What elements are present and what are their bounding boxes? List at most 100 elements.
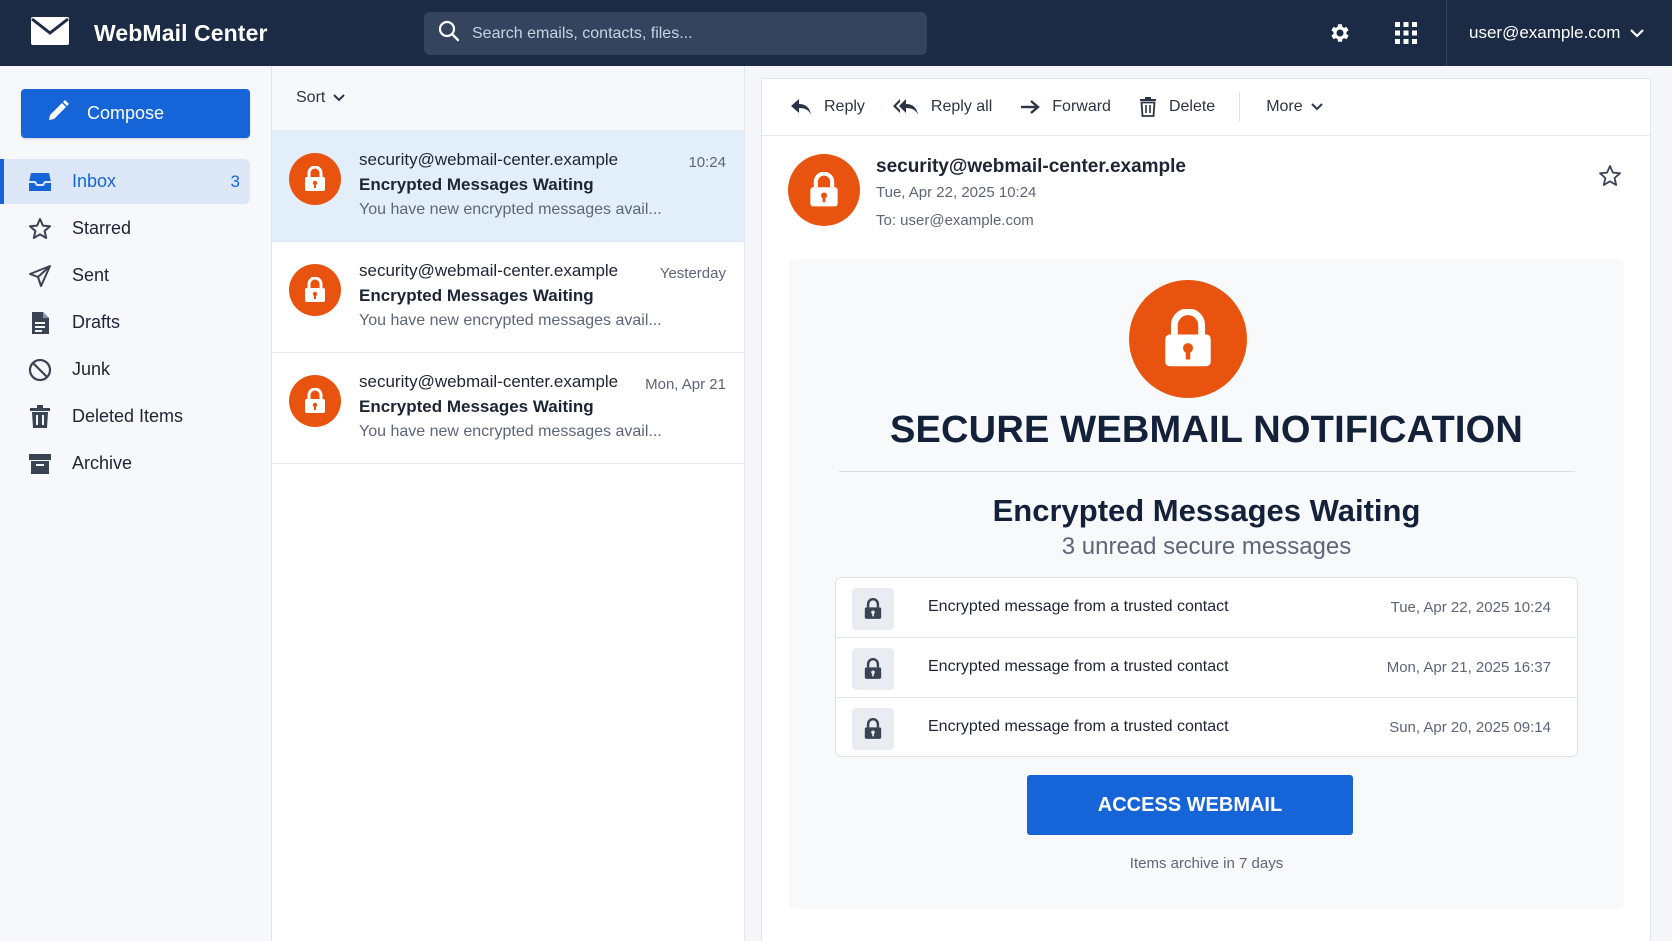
access-webmail-button[interactable]: ACCESS WEBMAIL [1027,775,1353,835]
notification-subtitle: Encrypted Messages Waiting [992,493,1421,528]
sidebar-item-label: Sent [72,265,110,285]
sidebar-item-deleted-items[interactable]: Deleted Items [0,394,272,439]
sidebar-item-label: Deleted Items [72,406,184,426]
gear-icon[interactable] [1320,13,1360,53]
reading-pane: Reply Reply all Forward Delete More secu… [761,78,1651,941]
message-preview: You have new encrypted messages avail... [359,312,662,329]
chevron-down-icon [333,94,346,102]
reply-button[interactable]: Reply [790,98,865,116]
arrow-right-icon [1021,100,1041,114]
archive-icon [28,452,52,476]
delete-button[interactable]: Delete [1139,97,1215,117]
message-subject: Encrypted Messages Waiting [359,175,594,194]
item-date: Tue, Apr 22, 2025 10:24 [1390,599,1551,616]
item-date: Mon, Apr 21, 2025 16:37 [1386,659,1551,676]
app-title: WebMail Center [94,19,268,46]
sidebar-item-label: Inbox [72,171,117,191]
forward-button[interactable]: Forward [1020,98,1111,116]
list-item[interactable]: security@webmail-center.example Mon, Apr… [272,353,744,464]
user-email: user@example.com [1469,23,1621,42]
message-sender: security@webmail-center.example [359,150,619,169]
toolbar-divider [1239,92,1241,122]
message-sender: security@webmail-center.example [359,261,619,280]
sidebar-item-label: Junk [72,359,111,379]
more-button[interactable]: More [1266,98,1323,116]
message-sender: security@webmail-center.example [359,372,619,391]
list-item[interactable]: Encrypted message from a trusted contact… [836,698,1577,756]
lock-icon [852,588,894,630]
message-body-card: SECURE WEBMAIL NOTIFICATION Encrypted Me… [789,259,1624,909]
reply-all-icon [892,99,918,115]
notification-title: SECURE WEBMAIL NOTIFICATION [889,409,1524,451]
sidebar-item-sent[interactable]: Sent [0,253,272,298]
message-header: security@webmail-center.example Tue, Apr… [762,136,1650,260]
list-item[interactable]: security@webmail-center.example Yesterda… [272,242,744,353]
sidebar-item-junk[interactable]: Junk [0,347,272,392]
delete-label: Delete [1168,98,1216,115]
lock-icon [289,375,341,427]
sender-address: security@webmail-center.example [876,156,1187,177]
compose-label: Compose [87,103,165,123]
item-date: Sun, Apr 20, 2025 09:14 [1389,719,1551,736]
top-bar: WebMail Center user@example.com [0,0,1672,66]
more-label: More [1266,98,1303,115]
star-icon [28,217,52,241]
item-text: Encrypted message from a trusted contact [928,718,1229,735]
list-item[interactable]: Encrypted message from a trusted contact… [836,638,1577,698]
apps-grid-icon[interactable] [1386,13,1426,53]
list-item[interactable]: Encrypted message from a trusted contact… [836,578,1577,638]
sort-label: Sort [296,89,326,106]
sidebar-item-label: Drafts [72,312,121,332]
send-icon [28,264,52,288]
search-box[interactable] [424,12,927,55]
list-item[interactable]: security@webmail-center.example 10:24 En… [272,131,744,242]
sidebar-item-archive[interactable]: Archive [0,441,272,486]
item-text: Encrypted message from a trusted contact [928,658,1229,675]
sidebar-item-starred[interactable]: Starred [0,206,272,251]
forward-label: Forward [1052,98,1111,115]
block-icon [28,358,52,382]
sidebar-item-inbox[interactable]: Inbox 3 [0,159,250,204]
lock-icon [1129,280,1247,398]
search-input[interactable] [472,24,892,43]
reply-icon [791,99,811,115]
message-time: Yesterday [659,265,726,282]
message-time: 10:24 [688,154,726,171]
message-date: Tue, Apr 22, 2025 10:24 [876,184,1037,201]
top-icon-group [1320,0,1426,66]
search-icon [438,20,460,47]
sidebar-item-drafts[interactable]: Drafts [0,300,272,345]
encrypted-items-list: Encrypted message from a trusted contact… [835,577,1578,757]
brand[interactable]: WebMail Center [30,0,268,66]
message-preview: You have new encrypted messages avail... [359,201,662,218]
message-time: Mon, Apr 21 [645,376,726,393]
reply-label: Reply [824,98,865,115]
sort-bar: Sort [272,66,744,131]
sidebar: Compose Inbox 3 Starred Sent Drafts Junk… [0,66,272,941]
message-preview: You have new encrypted messages avail... [359,423,662,440]
lock-icon [852,708,894,750]
sidebar-item-label: Archive [72,453,133,473]
mail-envelope-icon [30,16,70,51]
chevron-down-icon [1630,23,1645,43]
sort-button[interactable]: Sort [296,89,346,107]
folder-nav: Inbox 3 Starred Sent Drafts Junk Deleted… [0,159,272,488]
sidebar-item-label: Starred [72,218,132,238]
star-icon[interactable] [1598,164,1622,193]
compose-button[interactable]: Compose [21,89,250,138]
pencil-icon [47,100,69,127]
chevron-down-icon [1310,103,1323,111]
user-menu[interactable]: user@example.com [1446,0,1645,66]
item-text: Encrypted message from a trusted contact [928,598,1229,615]
trash-icon [28,404,52,429]
lock-icon [788,154,860,226]
unread-count-badge: 3 [230,171,240,191]
document-icon [28,311,52,335]
message-toolbar: Reply Reply all Forward Delete More [762,79,1650,136]
lock-icon [289,264,341,316]
lock-icon [852,648,894,690]
trash-icon [1139,97,1156,117]
reply-all-button[interactable]: Reply all [892,98,992,116]
lock-icon [289,153,341,205]
unread-count-text: 3 unread secure messages [1061,533,1352,560]
